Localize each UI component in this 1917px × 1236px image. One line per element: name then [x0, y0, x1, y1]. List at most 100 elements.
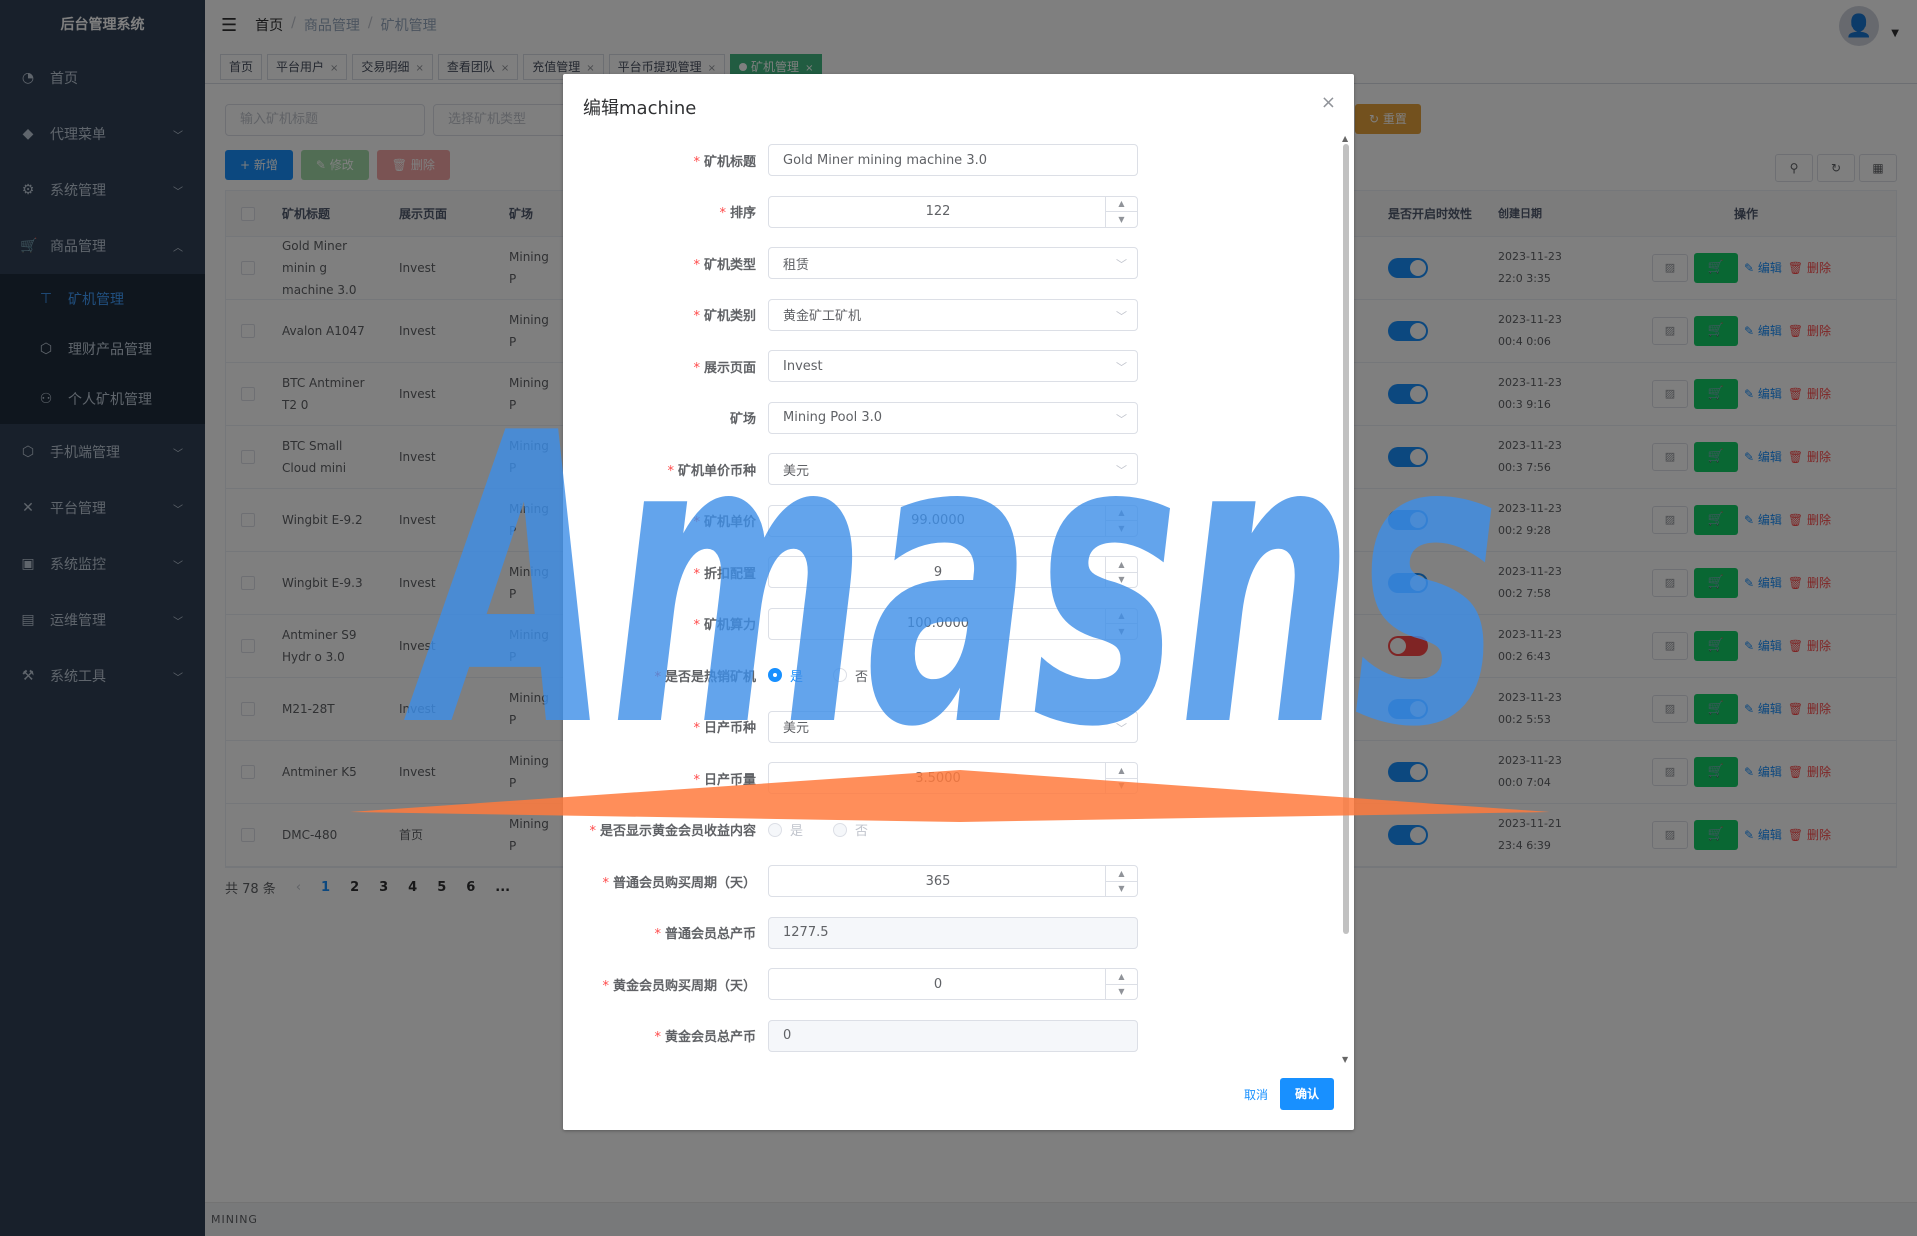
radio-icon [833, 822, 848, 837]
increase-icon[interactable]: ▲ [1106, 866, 1137, 882]
chevron-down-icon: ﹀ [1116, 309, 1127, 323]
form-row: * 矿机算力 100.0000 ▲ ▼ [563, 606, 1354, 642]
form-label: * 黄金会员购买周期（天） [602, 978, 756, 994]
increase-icon[interactable]: ▲ [1106, 506, 1137, 521]
input-value: Gold Miner mining machine 3.0 [783, 152, 987, 168]
form-label: * 矿机类别 [693, 309, 756, 324]
number-input[interactable]: 9 ▲ ▼ [768, 556, 1138, 588]
increase-icon[interactable]: ▲ [1106, 763, 1137, 779]
decrease-icon[interactable]: ▼ [1106, 624, 1137, 639]
select-input[interactable]: 黄金矿工矿机 ﹀ [768, 298, 1138, 331]
form-row: 矿场 Mining Pool 3.0 ﹀ [563, 400, 1354, 436]
radio-icon [833, 668, 848, 682]
input-value: 0 [783, 1028, 792, 1043]
increase-icon[interactable]: ▲ [1106, 969, 1137, 985]
number-input[interactable]: 365 ▲ ▼ [768, 865, 1138, 897]
decrease-icon[interactable]: ▼ [1106, 985, 1137, 1000]
form-row: * 普通会员购买周期（天） 365 ▲ ▼ [563, 863, 1354, 899]
decrease-icon[interactable]: ▼ [1106, 521, 1137, 536]
form-row: * 矿机单价币种 美元 ﹀ [563, 451, 1354, 487]
radio-group: 是否 [768, 666, 868, 685]
decrease-icon[interactable]: ▼ [1106, 573, 1137, 588]
form-label: * 普通会员总产币 [654, 927, 756, 942]
number-input[interactable]: 99.0000 ▲ ▼ [768, 504, 1138, 537]
form-label: * 折扣配置 [693, 566, 756, 582]
input-value: 365 [925, 873, 951, 889]
radio-option: 否 [833, 820, 868, 839]
number-input[interactable]: 100.0000 ▲ ▼ [768, 607, 1138, 640]
scrollbar-thumb[interactable] [1343, 144, 1349, 934]
form-label: * 矿机算力 [693, 618, 756, 633]
number-input[interactable]: 122 ▲ ▼ [768, 195, 1138, 228]
form-row: * 矿机类别 黄金矿工矿机 ﹀ [563, 297, 1354, 333]
form-row: * 是否是热销矿机是否 [563, 657, 1354, 693]
text-input[interactable]: Gold Miner mining machine 3.0 [768, 144, 1138, 176]
stepper: ▲ ▼ [1105, 608, 1137, 639]
select-input[interactable]: Invest ﹀ [768, 350, 1138, 382]
form-row: * 排序 122 ▲ ▼ [563, 194, 1354, 230]
increase-icon[interactable]: ▲ [1106, 557, 1137, 573]
chevron-down-icon: ﹀ [1116, 361, 1127, 374]
input-value: 9 [933, 564, 943, 580]
radio-icon [768, 668, 782, 682]
radio-option: 是 [768, 820, 803, 839]
increase-icon[interactable]: ▲ [1106, 197, 1137, 212]
stepper: ▲ ▼ [1105, 557, 1137, 587]
radio-option[interactable]: 否 [833, 666, 868, 685]
form-label: * 日产币种 [693, 721, 756, 736]
select-input[interactable]: 美元 ﹀ [768, 710, 1138, 743]
form-label: * 日产币量 [693, 772, 756, 788]
chevron-down-icon: ﹀ [1116, 464, 1127, 477]
input-value: 1277.5 [783, 925, 829, 940]
radio-option[interactable]: 是 [768, 666, 803, 685]
decrease-icon[interactable]: ▼ [1106, 882, 1137, 897]
scroll-down-icon[interactable]: ▼ [1342, 1055, 1348, 1064]
input-value: 0 [933, 976, 943, 992]
form-label: * 展示页面 [693, 360, 756, 376]
select-value: Mining Pool 3.0 [783, 410, 883, 425]
select-value: 租赁 [783, 257, 810, 273]
readonly-input: 0 [768, 1019, 1138, 1052]
radio-group: 是否 [768, 820, 868, 839]
number-input[interactable]: 3.5000 ▲ ▼ [768, 762, 1138, 794]
close-icon[interactable]: × [1321, 92, 1336, 113]
dialog-form: * 矿机标题 Gold Miner mining machine 3.0 * 排序 122… [563, 134, 1354, 1060]
form-label: * 是否是热销矿机 [654, 669, 756, 685]
chevron-down-icon: ﹀ [1116, 721, 1127, 735]
decrease-icon[interactable]: ▼ [1106, 212, 1137, 227]
form-label: * 黄金会员总产币 [654, 1030, 756, 1045]
form-label: * 是否显示黄金会员收益内容 [589, 824, 756, 839]
select-input[interactable]: Mining Pool 3.0 ﹀ [768, 401, 1138, 434]
form-label: * 矿机类型 [693, 257, 756, 273]
select-value: 美元 [783, 463, 810, 479]
input-value: 3.5000 [915, 770, 961, 786]
form-label: * 矿机单价币种 [667, 463, 756, 479]
edit-machine-dialog: 编辑machine × * 矿机标题 Gold Miner mining machi… [563, 74, 1354, 1130]
stepper: ▲ ▼ [1105, 866, 1137, 896]
select-value: 美元 [783, 721, 810, 736]
form-row: * 矿机标题 Gold Miner mining machine 3.0 [563, 142, 1354, 178]
form-row: * 黄金会员购买周期（天） 0 ▲ ▼ [563, 966, 1354, 1002]
stepper: ▲ ▼ [1105, 196, 1137, 227]
form-row: * 折扣配置 9 ▲ ▼ [563, 554, 1354, 590]
form-row: * 日产币量 3.5000 ▲ ▼ [563, 760, 1354, 796]
select-value: 黄金矿工矿机 [783, 309, 862, 324]
increase-icon[interactable]: ▲ [1106, 609, 1137, 624]
form-row: * 展示页面 Invest ﹀ [563, 348, 1354, 384]
select-value: Invest [783, 358, 823, 374]
select-input[interactable]: 租赁 ﹀ [768, 247, 1138, 279]
cancel-button[interactable]: 取消 [1238, 1086, 1274, 1103]
stepper: ▲ ▼ [1105, 969, 1137, 999]
decrease-icon[interactable]: ▼ [1106, 779, 1137, 794]
number-input[interactable]: 0 ▲ ▼ [768, 968, 1138, 1000]
form-row: * 黄金会员总产币 0 [563, 1018, 1354, 1054]
form-row: * 日产币种 美元 ﹀ [563, 709, 1354, 745]
confirm-button[interactable]: 确认 [1279, 1078, 1334, 1110]
select-input[interactable]: 美元 ﹀ [768, 453, 1138, 485]
input-value: 100.0000 [906, 616, 970, 631]
scroll-up-icon[interactable]: ▲ [1342, 134, 1348, 143]
input-value: 99.0000 [911, 513, 965, 528]
form-row: * 普通会员总产币 1277.5 [563, 915, 1354, 951]
form-row: * 是否显示黄金会员收益内容是否 [563, 812, 1354, 848]
dialog-scrollbar[interactable]: ▲ ▼ [1342, 134, 1350, 1064]
